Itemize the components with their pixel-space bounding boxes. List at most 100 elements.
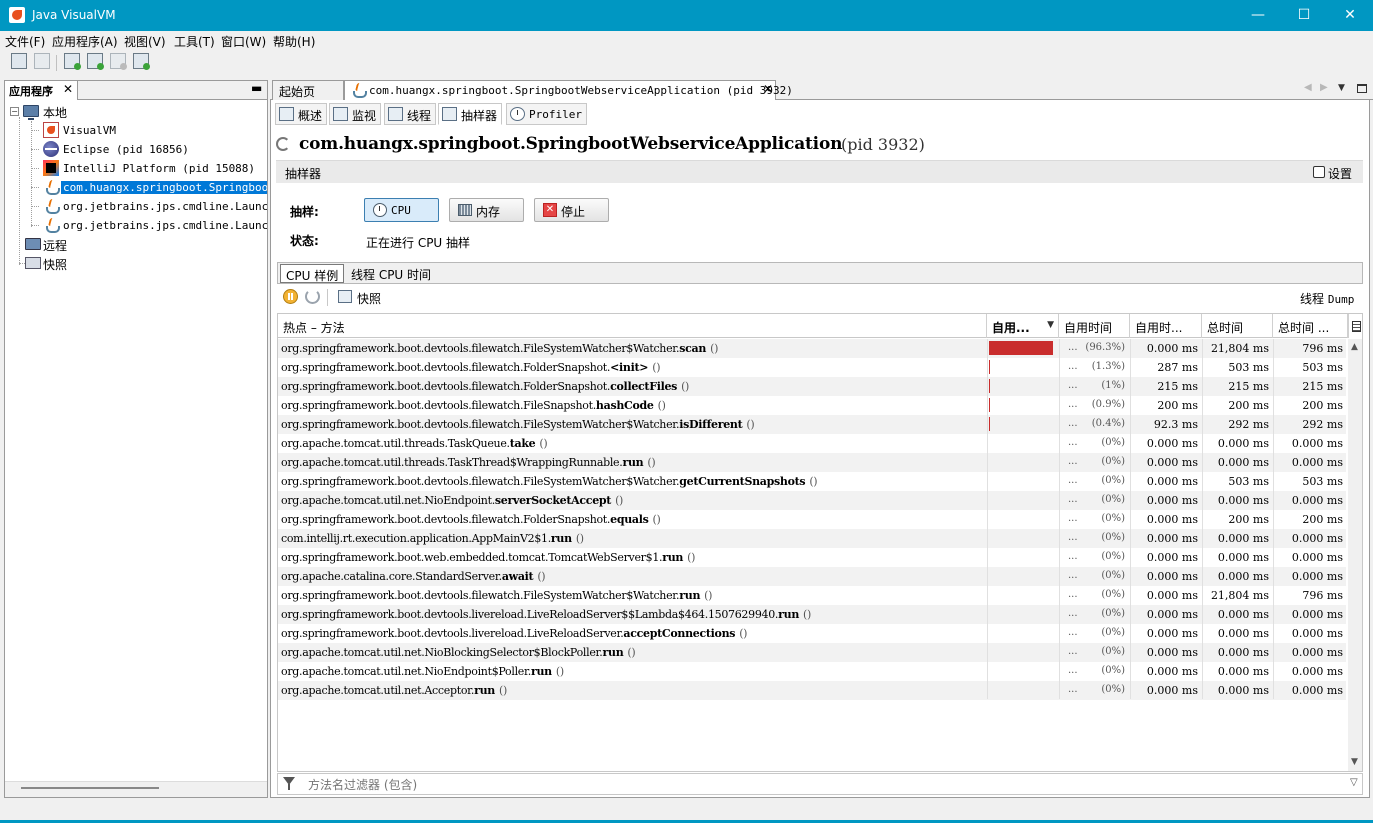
tab-cpu-samples[interactable]: CPU 样例 [280,264,345,283]
method-package: org.apache.tomcat.util.threads.TaskQueue… [281,437,510,450]
table-row[interactable]: org.springframework.boot.devtools.filewa… [278,396,1346,415]
column-header-self-time[interactable]: 自用时间 [1059,314,1130,338]
self-time-percent: (0%) [1101,589,1125,600]
snapshot-button[interactable]: 快照 [357,290,381,307]
tree-node-local[interactable]: − 本地 [5,102,267,121]
tree-node-springboot-app[interactable]: com.huangx.springboot.SpringbootWebservi… [5,178,267,197]
table-row[interactable]: org.apache.tomcat.util.net.Acceptor.run(… [278,681,1346,700]
column-header-self-bar[interactable]: 自用... ▼ [987,314,1059,338]
menu-window[interactable]: 窗口(W) [221,33,266,50]
table-row[interactable]: org.springframework.boot.devtools.livere… [278,605,1346,624]
thread-dump-button[interactable]: 线程 Dump [1300,290,1354,307]
method-cell: org.springframework.boot.devtools.livere… [281,624,984,643]
tab-start-page[interactable]: 起始页 [272,80,344,100]
tree-node-snapshots[interactable]: 快照 [5,254,267,273]
tree-node-intellij[interactable]: IntelliJ Platform (pid 15088) [5,159,267,178]
menu-file[interactable]: 文件(F) [5,33,45,50]
chevron-down-icon[interactable]: ▽ [1350,777,1358,788]
menu-applications[interactable]: 应用程序(A) [52,33,118,50]
table-row[interactable]: org.apache.tomcat.util.threads.TaskQueue… [278,434,1346,453]
menu-tools[interactable]: 工具(T) [174,33,215,50]
table-row[interactable]: org.springframework.boot.devtools.filewa… [278,358,1346,377]
table-row[interactable]: org.springframework.boot.devtools.filewa… [278,472,1346,491]
vertical-scrollbar[interactable]: ▲ ▼ [1348,339,1362,771]
tab-threads[interactable]: 线程 [384,103,437,125]
add-remote-host-icon[interactable] [64,53,81,70]
self-time-ellipsis: ... [1068,589,1078,600]
total-cpu-cell: 0.000 ms [1291,551,1343,564]
table-row[interactable]: org.apache.tomcat.util.net.NioEndpoint.s… [278,491,1346,510]
column-header-total-cpu[interactable]: 总时间 ... [1273,314,1348,338]
self-time-percent: (0%) [1101,665,1125,676]
self-time-ellipsis: ... [1068,513,1078,524]
visualvm-icon [43,122,59,138]
table-row[interactable]: org.springframework.boot.devtools.filewa… [278,415,1346,434]
table-row[interactable]: org.apache.tomcat.util.threads.TaskThrea… [278,453,1346,472]
scroll-left-icon[interactable]: ◀ [1304,82,1312,93]
table-row[interactable]: com.intellij.rt.execution.application.Ap… [278,529,1346,548]
tree-node-jps-launcher[interactable]: org.jetbrains.jps.cmdline.Launcher [5,216,267,235]
table-row[interactable]: org.springframework.boot.devtools.filewa… [278,377,1346,396]
column-header-self-cpu[interactable]: 自用时... [1130,314,1202,338]
maximize-button[interactable]: ☐ [1281,0,1327,31]
close-icon[interactable]: ✕ [763,82,773,96]
tree-node-remote[interactable]: 远程 [5,235,267,254]
scroll-up-icon[interactable]: ▲ [1351,342,1358,352]
tab-label: com.huangx.springboot.SpringbootWebservi… [369,84,793,97]
collapse-toggle-icon[interactable]: − [10,107,19,116]
table-row[interactable]: org.springframework.boot.devtools.filewa… [278,586,1346,605]
table-row[interactable]: org.springframework.boot.web.embedded.to… [278,548,1346,567]
method-package: org.apache.tomcat.util.net.Acceptor. [281,684,475,697]
load-snapshot-icon[interactable] [11,53,27,69]
tree-node-eclipse[interactable]: Eclipse (pid 16856) [5,140,267,159]
tab-profiler[interactable]: Profiler [506,103,587,125]
close-icon[interactable]: ✕ [63,82,73,96]
add-core-dump-icon[interactable] [133,53,150,70]
load-dump-icon[interactable] [34,53,50,69]
pause-icon[interactable] [283,289,298,304]
snapshot-icon[interactable] [338,290,352,303]
column-header-total-time[interactable]: 总时间 [1202,314,1273,338]
maximize-window-icon[interactable] [1357,84,1367,93]
self-cpu-cell: 0.000 ms [1146,456,1198,469]
applications-tab[interactable]: 应用程序 ✕ [5,81,78,100]
tab-overview[interactable]: 概述 [275,103,328,125]
tab-springboot-app[interactable]: com.huangx.springboot.SpringbootWebservi… [344,80,793,101]
horizontal-scroll-thumb[interactable] [21,787,159,789]
cpu-sample-button[interactable]: CPU [364,198,439,222]
tree-node-jps-launcher[interactable]: org.jetbrains.jps.cmdline.Launcher [5,197,267,216]
method-filter-input[interactable] [306,777,1206,793]
column-chooser-icon[interactable] [1348,314,1362,338]
add-snapshot-icon[interactable] [110,53,127,70]
stop-button[interactable]: ✕ 停止 [534,198,609,222]
tab-sampler[interactable]: 抽样器 [438,103,503,125]
scroll-down-icon[interactable]: ▼ [1351,757,1358,767]
column-header-method[interactable]: 热点 – 方法 [278,314,987,338]
table-row[interactable]: org.springframework.boot.devtools.filewa… [278,339,1346,358]
refresh-icon[interactable] [305,289,320,304]
tab-thread-cpu-time[interactable]: 线程 CPU 时间 [346,264,436,283]
scroll-right-icon[interactable]: ▶ [1320,82,1328,93]
table-row[interactable]: org.springframework.boot.devtools.livere… [278,624,1346,643]
tab-monitor[interactable]: 监视 [329,103,382,125]
table-row[interactable]: org.apache.tomcat.util.net.NioBlockingSe… [278,643,1346,662]
tab-list-dropdown-icon[interactable]: ▼ [1338,83,1345,93]
table-row[interactable]: org.apache.catalina.core.StandardServer.… [278,567,1346,586]
self-time-ellipsis: ... [1068,380,1078,391]
add-jmx-connection-icon[interactable] [87,53,104,70]
thread-dump-prefix: 线程 [1300,292,1325,306]
menu-view[interactable]: 视图(V) [124,33,166,50]
settings-checkbox[interactable] [1313,166,1325,178]
page-title-pid: (pid 3932) [841,135,925,154]
horizontal-scrollbar[interactable] [5,781,267,797]
minimize-button[interactable]: — [1235,0,1281,31]
table-row[interactable]: org.apache.tomcat.util.net.NioEndpoint$P… [278,662,1346,681]
settings-label[interactable]: 设置 [1328,165,1352,182]
close-window-button[interactable]: ✕ [1327,0,1373,31]
memory-sample-button[interactable]: 内存 [449,198,524,222]
tree-node-visualvm[interactable]: VisualVM [5,121,267,140]
menu-help[interactable]: 帮助(H) [273,33,315,50]
minimize-panel-icon[interactable]: ▬ [251,81,262,95]
table-row[interactable]: org.springframework.boot.devtools.filewa… [278,510,1346,529]
self-cpu-cell: 0.000 ms [1146,608,1198,621]
